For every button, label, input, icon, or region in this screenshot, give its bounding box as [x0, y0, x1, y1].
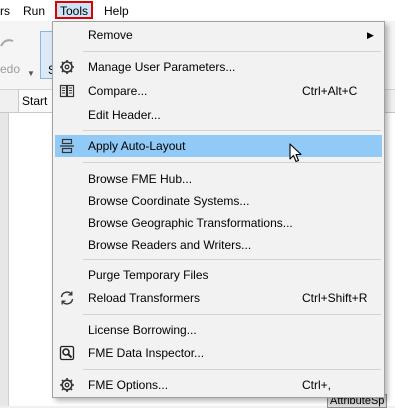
redo-icon[interactable]: [0, 35, 16, 54]
menu-item-label: Browse Readers and Writers...: [88, 238, 252, 252]
menu-item-label: Compare...: [88, 84, 148, 98]
menu-item-shortcut: Ctrl+,: [302, 378, 332, 392]
tab-start[interactable]: Start: [18, 90, 54, 112]
menu-item-label: Browse Geographic Transformations...: [88, 216, 293, 230]
menu-help[interactable]: Help: [104, 3, 129, 19]
menu-item-browse-fme-hub[interactable]: Browse FME Hub...: [55, 168, 382, 190]
menu-item-fme-options[interactable]: FME Options... Ctrl+,: [55, 374, 382, 396]
reload-icon: [59, 290, 75, 306]
menu-tools[interactable]: Tools: [55, 1, 94, 19]
menu-item-apply-auto-layout[interactable]: Apply Auto-Layout: [55, 135, 382, 157]
menu-item-label: Remove: [88, 28, 133, 42]
menu-item-shortcut: Ctrl+Shift+R: [302, 291, 368, 305]
auto-layout-icon: [59, 138, 75, 154]
menu-item-label: Purge Temporary Files: [88, 268, 209, 282]
menu-item-shortcut: Ctrl+Alt+C: [302, 84, 358, 98]
menu-item-edit-header[interactable]: Edit Header...: [55, 104, 382, 126]
mouse-pointer-icon: [289, 143, 303, 166]
menu-separator: [83, 314, 381, 315]
menu-separator: [83, 130, 381, 131]
menu-item-compare[interactable]: Compare... Ctrl+Alt+C: [55, 80, 382, 102]
menu-item-browse-coordinate-systems[interactable]: Browse Coordinate Systems...: [55, 190, 382, 212]
menu-item-label: Reload Transformers: [88, 291, 201, 305]
data-inspector-icon: [59, 345, 75, 361]
menu-transformers[interactable]: rs: [0, 3, 10, 19]
canvas-side-rail: [0, 113, 9, 406]
chevron-down-icon[interactable]: ▼: [27, 69, 35, 78]
menu-item-manage-user-parameters[interactable]: Manage User Parameters...: [55, 56, 382, 78]
gear-icon: [59, 59, 75, 75]
menu-item-label: Apply Auto-Layout: [88, 139, 186, 153]
menu-separator: [83, 51, 381, 52]
menu-item-reload-transformers[interactable]: Reload Transformers Ctrl+Shift+R: [55, 287, 382, 309]
gear-icon: [59, 377, 75, 393]
menu-bar: rs Run Tools Help: [0, 0, 395, 21]
menu-item-label: License Borrowing...: [88, 323, 197, 337]
submenu-arrow-icon: ▶: [367, 30, 374, 40]
menu-item-browse-geographic-transformations[interactable]: Browse Geographic Transformations...: [55, 212, 382, 234]
menu-item-remove[interactable]: Remove ▶: [55, 24, 382, 46]
menu-item-license-borrowing[interactable]: License Borrowing...: [55, 319, 382, 341]
redo-label: edo: [0, 62, 21, 76]
menu-separator: [83, 259, 381, 260]
menu-item-label: Browse Coordinate Systems...: [88, 194, 250, 208]
menu-item-fme-data-inspector[interactable]: FME Data Inspector...: [55, 342, 382, 364]
menu-separator: [83, 162, 381, 163]
menu-separator: [83, 369, 381, 370]
menu-item-label: FME Options...: [88, 378, 169, 392]
menu-item-label: Browse FME Hub...: [88, 172, 193, 186]
menu-item-purge-temporary-files[interactable]: Purge Temporary Files: [55, 264, 382, 286]
tools-dropdown-menu: Remove ▶ Manage User Parameters... Compa…: [52, 21, 385, 398]
menu-item-label: Manage User Parameters...: [88, 60, 236, 74]
menu-item-browse-readers-writers[interactable]: Browse Readers and Writers...: [55, 234, 382, 256]
menu-run[interactable]: Run: [23, 3, 45, 19]
menu-item-label: FME Data Inspector...: [88, 346, 205, 360]
compare-icon: [59, 83, 75, 99]
menu-item-label: Edit Header...: [88, 108, 161, 122]
